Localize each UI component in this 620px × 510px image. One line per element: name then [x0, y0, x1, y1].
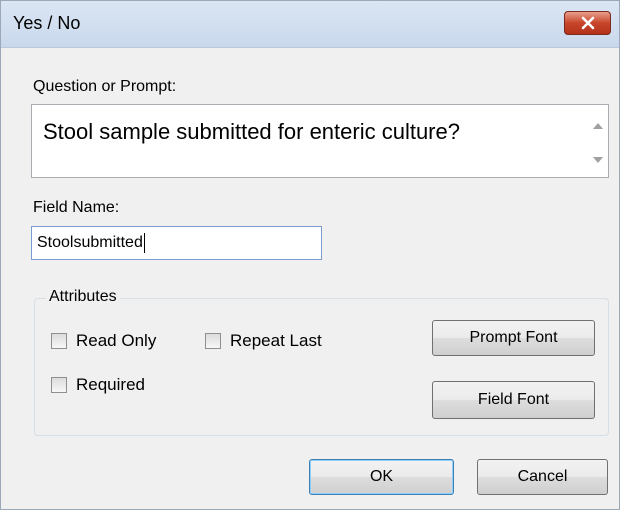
field-name-value: Stoolsubmitted [37, 234, 143, 251]
title-bar: Yes / No [1, 1, 619, 48]
cancel-button[interactable]: Cancel [477, 459, 608, 495]
ok-button[interactable]: OK [309, 459, 454, 495]
yes-no-dialog: Yes / No Question or Prompt: Stool sampl… [0, 0, 620, 510]
read-only-label: Read Only [76, 331, 157, 350]
field-name-label: Field Name: [33, 199, 120, 216]
prompt-textarea[interactable]: Stool sample submitted for enteric cultu… [31, 104, 609, 178]
field-name-input[interactable]: Stoolsubmitted [31, 226, 322, 260]
prompt-scrollbar[interactable] [588, 105, 608, 177]
window-title: Yes / No [13, 13, 81, 33]
required-label: Required [76, 375, 145, 394]
read-only-checkbox[interactable]: Read Only [51, 331, 156, 351]
prompt-label: Question or Prompt: [33, 78, 177, 95]
scroll-up-icon[interactable] [593, 123, 603, 129]
attributes-legend: Attributes [46, 288, 120, 306]
read-only-checkbox-box[interactable] [51, 333, 67, 349]
required-checkbox-box[interactable] [51, 377, 67, 393]
prompt-text: Stool sample submitted for enteric cultu… [43, 119, 460, 144]
prompt-font-button[interactable]: Prompt Font [432, 320, 595, 356]
field-font-button[interactable]: Field Font [432, 381, 595, 419]
close-button[interactable] [564, 11, 611, 35]
text-caret [143, 232, 145, 253]
required-checkbox[interactable]: Required [51, 375, 145, 395]
close-icon [581, 16, 595, 30]
repeat-last-checkbox-box[interactable] [205, 333, 221, 349]
scroll-down-icon[interactable] [593, 157, 603, 163]
repeat-last-label: Repeat Last [230, 331, 322, 350]
repeat-last-checkbox[interactable]: Repeat Last [205, 331, 322, 351]
